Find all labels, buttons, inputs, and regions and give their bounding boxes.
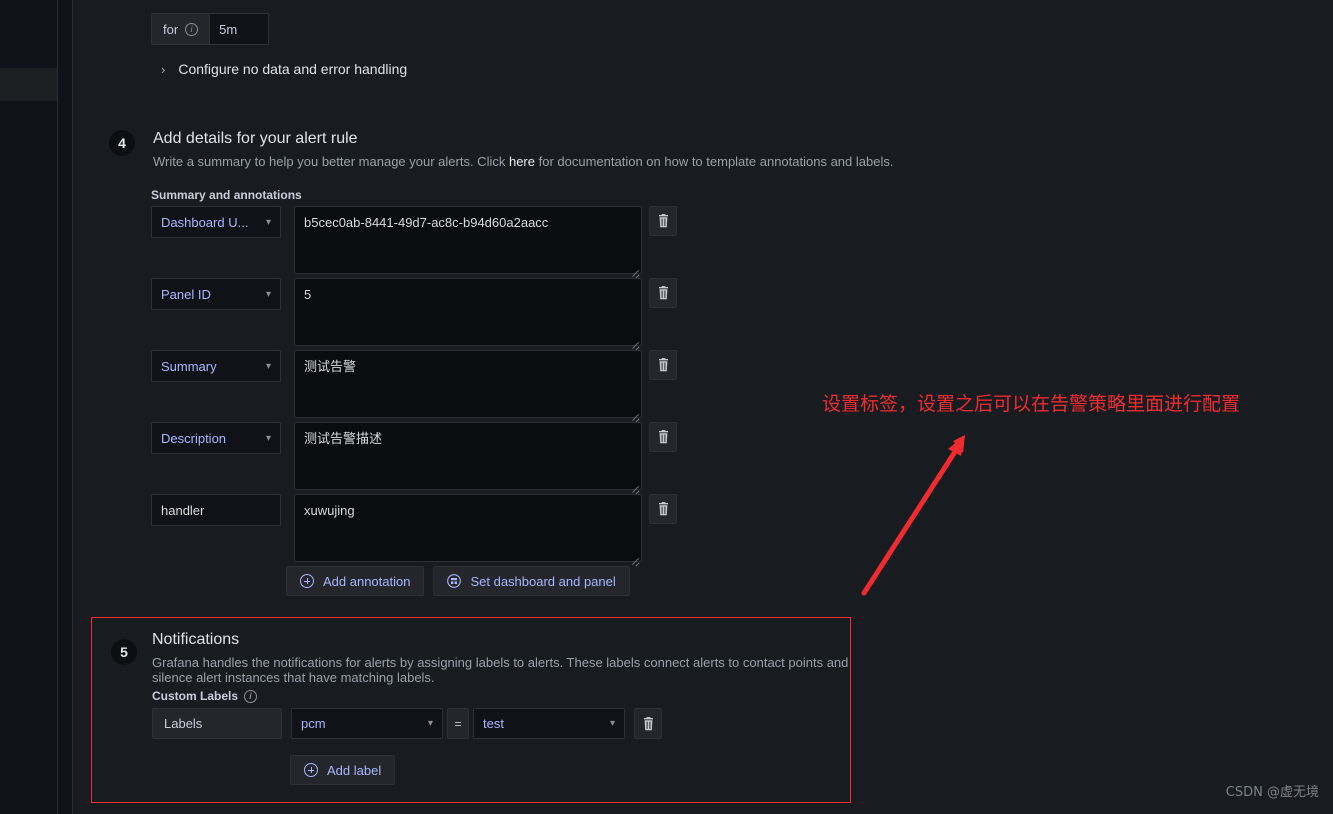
info-circle-icon[interactable]: i: [185, 22, 199, 36]
configure-no-data-toggle[interactable]: › Configure no data and error handling: [161, 61, 407, 77]
delete-annotation-button[interactable]: [649, 206, 677, 236]
chevron-down-icon: ▾: [265, 216, 271, 228]
summary-annotations-legend: Summary and annotations: [151, 188, 302, 202]
add-annotation-button[interactable]: Add annotation: [286, 566, 425, 596]
step-4-header: 4 Add details for your alert rule Write …: [109, 130, 893, 169]
annotation-key-label: Summary: [161, 358, 217, 374]
rail-divider-left: [57, 0, 58, 814]
delete-label-button[interactable]: [634, 708, 662, 739]
step-4-title: Add details for your alert rule: [153, 130, 358, 147]
trash-icon: [658, 502, 668, 516]
nav-rail-active-item[interactable]: [0, 68, 57, 101]
trash-icon: [658, 358, 668, 372]
info-circle-icon[interactable]: i: [244, 689, 258, 703]
for-duration-input[interactable]: [209, 13, 270, 45]
pending-period-row: for i: [151, 13, 270, 45]
annotation-value-textarea[interactable]: [294, 422, 642, 490]
annotation-key-label: handler: [161, 502, 205, 518]
annotation-value-textarea[interactable]: [294, 494, 642, 562]
label-value-value: test: [483, 716, 504, 731]
annotation-key-input[interactable]: handler: [151, 494, 281, 526]
annotation-value-textarea[interactable]: [294, 278, 642, 346]
chevron-down-icon: ▾: [609, 718, 615, 729]
watermark: CSDN @虚无境: [1225, 785, 1319, 800]
annotation-key-select[interactable]: Description ▾: [151, 422, 281, 454]
annotation-row: handler: [151, 494, 677, 567]
step-4-desc-before: Write a summary to help you better manag…: [153, 154, 509, 169]
label-value-select[interactable]: test ▾: [473, 708, 625, 739]
delete-annotation-button[interactable]: [649, 422, 677, 452]
for-label: for: [163, 21, 179, 37]
label-row: Labels pcm ▾ = test ▾: [152, 708, 662, 739]
dashboard-icon: [447, 574, 462, 588]
annotation-actions: Add annotation Set dashboard and panel: [286, 566, 630, 596]
for-label-group: for i: [151, 13, 210, 45]
trash-icon: [643, 716, 653, 730]
step-5-description: Grafana handles the notifications for al…: [152, 655, 849, 685]
annotation-key-select[interactable]: Panel ID ▾: [151, 278, 281, 310]
add-label-button[interactable]: Add label: [290, 755, 396, 785]
annotation-row: Dashboard U... ▾: [151, 206, 677, 279]
annotation-key-label: Dashboard U...: [161, 214, 249, 230]
set-dashboard-and-panel-button[interactable]: Set dashboard and panel: [433, 566, 630, 596]
chevron-right-icon: ›: [161, 61, 166, 77]
arrow-up-right-icon: [861, 435, 965, 596]
annotation-value-textarea[interactable]: [294, 350, 642, 418]
delete-annotation-button[interactable]: [649, 350, 677, 380]
configure-no-data-label: Configure no data and error handling: [178, 61, 408, 77]
label-key-select[interactable]: pcm ▾: [291, 708, 443, 739]
circle-plus-icon: [304, 763, 318, 777]
step-4-badge: 4: [109, 130, 135, 156]
custom-labels-label: Custom Labels: [152, 689, 239, 703]
annotation-key-label: Description: [161, 430, 227, 446]
delete-annotation-button[interactable]: [649, 494, 677, 524]
annotation-value-textarea[interactable]: [294, 206, 642, 274]
trash-icon: [658, 430, 668, 444]
step-5-badge: 5: [111, 639, 137, 665]
annotation-row: Summary ▾: [151, 350, 677, 423]
labels-prefix: Labels: [152, 708, 282, 739]
documentation-link[interactable]: here: [509, 154, 535, 169]
annotation-row: Panel ID ▾: [151, 278, 677, 351]
annotation-key-select[interactable]: Dashboard U... ▾: [151, 206, 281, 238]
custom-labels-legend: Custom Labels i: [152, 689, 258, 703]
chevron-down-icon: ▾: [265, 288, 271, 300]
trash-icon: [658, 286, 668, 300]
set-dashboard-label: Set dashboard and panel: [470, 573, 616, 589]
notifications-section: 5 Notifications Grafana handles the noti…: [91, 617, 851, 803]
main-content: for i › Configure no data and error hand…: [73, 0, 1333, 814]
delete-annotation-button[interactable]: [649, 278, 677, 308]
nav-rail-secondary: [57, 0, 72, 814]
chevron-down-icon: ▾: [265, 432, 271, 444]
annotation-row: Description ▾: [151, 422, 677, 495]
add-annotation-label: Add annotation: [323, 573, 411, 589]
chevron-down-icon: ▾: [427, 718, 433, 729]
label-key-value: pcm: [301, 716, 326, 731]
add-label-label: Add label: [327, 762, 382, 778]
step-4-description: Write a summary to help you better manag…: [153, 154, 893, 169]
annotation-key-label: Panel ID: [161, 286, 211, 302]
trash-icon: [658, 214, 668, 228]
nav-rail: [0, 0, 57, 814]
step-4-desc-after: for documentation on how to template ann…: [535, 154, 894, 169]
circle-plus-icon: [300, 574, 314, 588]
annotation-note-text: 设置标签，设置之后可以在告警策略里面进行配置: [822, 393, 1241, 415]
step-5-title: Notifications: [152, 631, 240, 648]
app-root: for i › Configure no data and error hand…: [0, 0, 1333, 814]
label-operator: =: [447, 708, 469, 739]
chevron-down-icon: ▾: [265, 360, 271, 372]
annotation-key-select[interactable]: Summary ▾: [151, 350, 281, 382]
